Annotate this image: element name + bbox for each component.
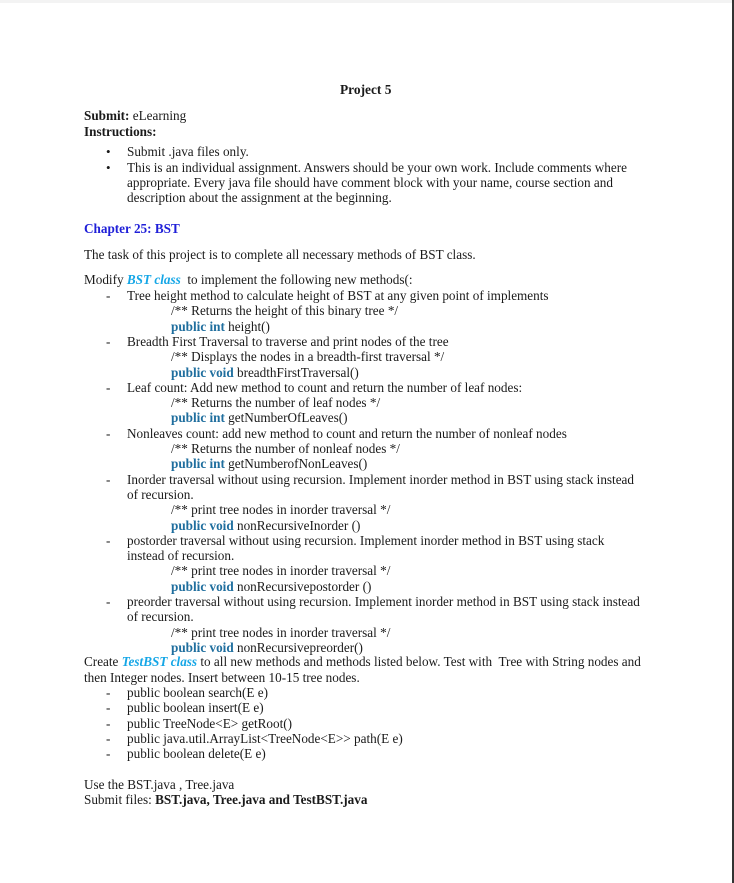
method-name: getNumberofNonLeaves(): [224, 456, 368, 472]
method-name: nonRecursiveInorder (): [233, 517, 361, 533]
create-line-2: then Integer nodes. Insert between 10-15…: [84, 670, 360, 685]
instruction-text: This is an individual assignment. Answer…: [127, 160, 627, 175]
dash-bullet-icon: -: [106, 333, 111, 349]
keyword: public void: [171, 364, 234, 380]
method-description: preorder traversal without using recursi…: [127, 594, 640, 609]
instruction-text: description about the assignment at the …: [127, 190, 392, 205]
instruction-text: Submit .java files only.: [127, 144, 249, 159]
keyword: public int: [171, 456, 225, 472]
test-method-signature: public TreeNode<E> getRoot(): [127, 715, 293, 731]
dash-bullet-icon: -: [106, 746, 111, 762]
submit-files-value: BST.java, Tree.java and TestBST.java: [155, 792, 368, 807]
create-line: Create TestBST class to all new methods …: [84, 654, 641, 669]
submit-files-label: Submit files:: [84, 792, 156, 807]
dash-bullet-icon: -: [106, 532, 111, 548]
dash-bullet-icon: -: [106, 594, 111, 609]
use-line: Use the BST.java , Tree.java: [84, 777, 235, 792]
method-comment: /** print tree nodes in inorder traversa…: [171, 563, 391, 579]
bullet-icon: •: [106, 160, 111, 175]
submit-line: Submit: eLearning: [84, 108, 186, 123]
method-comment: /** Returns the number of leaf nodes */: [171, 395, 381, 411]
test-method-signature: public boolean search(E e): [127, 685, 268, 700]
method-comment: /** Displays the nodes in a breadth-firs…: [171, 349, 445, 365]
dash-bullet-icon: -: [106, 730, 111, 746]
dash-bullet-icon: -: [106, 288, 111, 303]
method-comment: /** print tree nodes in inorder traversa…: [171, 502, 391, 518]
method-description: Nonleaves count: add new method to count…: [127, 425, 567, 441]
top-shade: [0, 0, 734, 3]
modify-line: Modify BST class to implement the follow…: [84, 272, 413, 287]
dash-bullet-icon: -: [106, 425, 111, 441]
task-intro: The task of this project is to complete …: [84, 247, 476, 262]
dash-bullet-icon: -: [106, 471, 111, 487]
dash-bullet-icon: -: [106, 700, 111, 716]
chapter-heading: Chapter 25: BST: [84, 221, 180, 236]
test-method-signature: public boolean delete(E e): [127, 746, 266, 762]
instructions-heading: Instructions:: [84, 124, 157, 139]
keyword: public void: [171, 517, 234, 533]
keyword: public int: [171, 318, 225, 334]
method-signature: public void breadthFirstTraversal(): [171, 365, 359, 380]
bullet-icon: •: [106, 144, 111, 159]
method-description: Breadth First Traversal to traverse and …: [127, 333, 449, 349]
keyword: public void: [171, 639, 234, 655]
modify-prefix: Modify: [84, 272, 127, 287]
method-description: postorder traversal without using recurs…: [127, 532, 605, 548]
method-signature: public void nonRecursivepreorder(): [171, 640, 363, 655]
method-signature: public int height(): [171, 319, 270, 334]
submit-files-line: Submit files: BST.java, Tree.java and Te…: [84, 792, 367, 807]
method-description: Leaf count: Add new method to count and …: [127, 379, 523, 395]
dash-bullet-icon: -: [106, 379, 111, 395]
submit-label: Submit:: [84, 108, 130, 123]
create-prefix: Create: [84, 654, 122, 669]
method-description: Tree height method to calculate height o…: [127, 288, 549, 303]
method-description: of recursion.: [127, 609, 194, 625]
method-description: instead of recursion.: [127, 548, 235, 564]
method-name: breadthFirstTraversal(): [233, 364, 359, 380]
method-signature: public int getNumberofNonLeaves(): [171, 456, 367, 471]
dash-bullet-icon: -: [106, 685, 111, 700]
keyword: public int: [171, 410, 225, 426]
testbst-class-link: TestBST class: [121, 654, 198, 669]
keyword: public void: [171, 578, 234, 594]
modify-suffix: to implement the following new methods(:: [180, 272, 413, 287]
method-name: getNumberOfLeaves(): [224, 410, 348, 426]
bst-class-link: BST class: [126, 272, 181, 287]
method-description: Inorder traversal without using recursio…: [127, 471, 635, 487]
test-method-signature: public boolean insert(E e): [127, 700, 264, 716]
dash-bullet-icon: -: [106, 715, 111, 731]
instruction-text: appropriate. Every java file should have…: [127, 175, 613, 190]
create-suffix: to all new methods and methods listed be…: [197, 654, 641, 669]
method-comment: /** Returns the number of nonleaf nodes …: [171, 441, 400, 456]
method-signature: public void nonRecursiveInorder (): [171, 518, 360, 533]
submit-value: eLearning: [132, 108, 187, 123]
method-comment: /** print tree nodes in inorder traversa…: [171, 624, 391, 640]
method-name: nonRecursivepreorder(): [233, 639, 363, 655]
method-comment: /** Returns the height of this binary tr…: [171, 303, 399, 319]
method-name: nonRecursivepostorder (): [233, 578, 372, 594]
page-title: Project 5: [340, 82, 392, 97]
method-description: of recursion.: [127, 486, 194, 502]
test-method-signature: public java.util.ArrayList<TreeNode<E>> …: [127, 730, 403, 746]
method-signature: public int getNumberOfLeaves(): [171, 410, 348, 425]
method-signature: public void nonRecursivepostorder (): [171, 579, 371, 594]
method-name: height(): [224, 318, 270, 334]
